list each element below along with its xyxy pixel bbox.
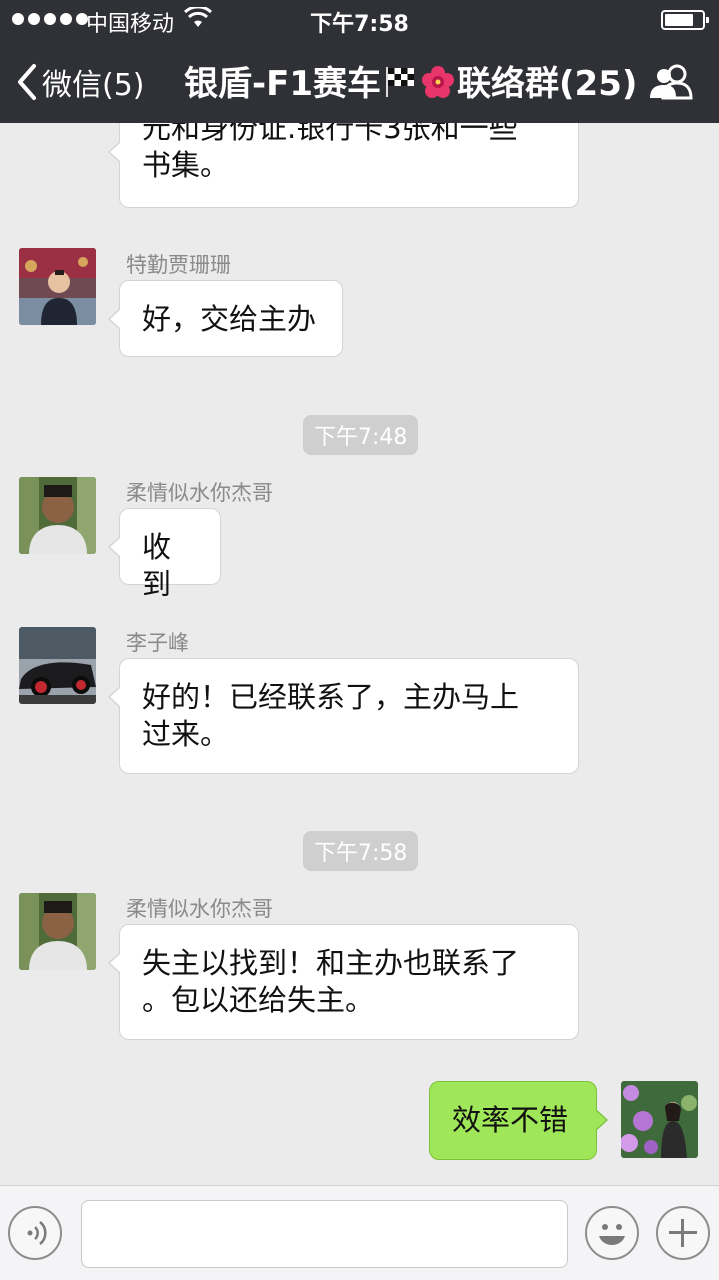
nav-bar: 微信(5) 银盾-F1赛车 联络群(25) [0,40,719,123]
avatar[interactable] [19,477,96,554]
chat-title-suffix: 联络群(25) [457,64,638,104]
sender-name: 柔情似水你杰哥 [126,481,273,505]
message-bubble-outgoing[interactable]: 效率不错 [429,1081,608,1160]
message-bubble[interactable]: 好的！已经联系了，主办马上 过来。 [108,658,579,774]
sender-name: 柔情似水你杰哥 [126,897,273,921]
top-bar: 中国移动 下午7:58 微信(5) 银盾-F1赛车 联络群(25) [0,0,719,123]
status-time: 下午7:58 [310,12,409,37]
back-label: 微信(5) [42,68,145,103]
emoji-button[interactable] [585,1206,639,1260]
message-text-line: 过来。 [142,717,230,751]
message-bubble[interactable]: 收到 [108,508,221,601]
message-text-line: 好，交给主办 [142,302,317,336]
emoji-icon [599,1224,625,1245]
avatar[interactable] [19,893,96,970]
message-text-line: 收到 [142,530,172,601]
message-text-line: 元和身份证.银行卡3张和一些 [142,123,518,145]
message-text-line: 书集。 [142,148,230,182]
timestamp-divider: 下午7:58 [303,831,419,871]
message-text-line: 。包以还给失主。 [142,983,375,1017]
message-text-line: 效率不错 [452,1103,569,1137]
status-bar: 中国移动 下午7:58 [0,0,719,40]
chevron-left-icon [18,64,36,100]
message-bubble[interactable]: 失主以找到！和主办也联系了 。包以还给失主。 [108,924,579,1040]
voice-button[interactable] [8,1206,62,1260]
battery-icon [661,10,709,30]
back-button[interactable]: 微信(5) [14,60,145,104]
message-bubble[interactable]: 好，交给主办 [108,280,343,357]
message-bubble[interactable]: 元和身份证.银行卡3张和一些 书集。 [108,123,579,208]
plus-icon [669,1219,697,1247]
avatar[interactable] [19,627,96,704]
more-button[interactable] [656,1206,710,1260]
checkered-flag-icon [386,67,414,97]
chat-history[interactable]: 元和身份证.银行卡3张和一些 书集。 特勤贾珊珊 好，交给主办 下午7:48 柔… [0,123,719,1185]
chat-title: 银盾-F1赛车 联络群(25) [184,56,637,105]
message-text-line: 失主以找到！和主办也联系了 [142,946,520,980]
timestamp-divider: 下午7:48 [303,415,419,455]
sender-name: 特勤贾珊珊 [126,253,231,277]
chat-title-prefix: 银盾-F1赛车 [184,64,381,104]
my-avatar[interactable] [621,1081,698,1158]
input-bar [0,1185,719,1280]
sender-name: 李子峰 [126,631,189,655]
message-text-line: 好的！已经联系了，主办马上 [142,680,520,714]
hibiscus-icon [422,66,454,98]
message-input[interactable] [81,1200,568,1268]
group-members-icon[interactable] [647,64,695,100]
voice-icon [27,1221,47,1245]
avatar[interactable] [19,248,96,325]
